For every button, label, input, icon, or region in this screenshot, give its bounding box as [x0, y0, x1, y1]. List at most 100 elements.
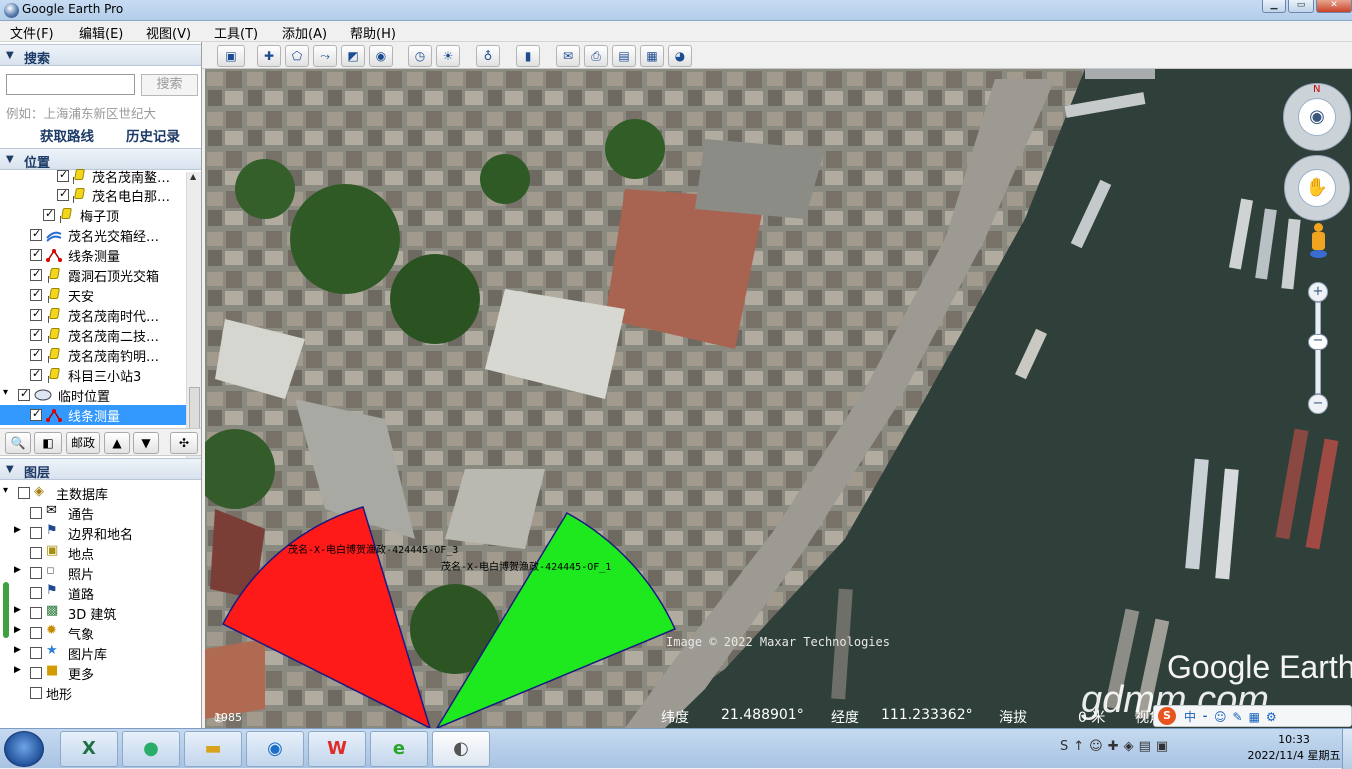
- close-button[interactable]: ✕: [1316, 0, 1352, 13]
- move-down-button[interactable]: ▼: [133, 432, 159, 454]
- list-item[interactable]: 茂名茂南钓明…: [0, 345, 186, 365]
- postal-button[interactable]: 邮政: [66, 432, 100, 454]
- wechat-icon[interactable]: ●: [122, 731, 180, 767]
- ruler-button[interactable]: ▮: [516, 45, 540, 67]
- add-overlay-button[interactable]: ◩: [341, 45, 365, 67]
- checkbox[interactable]: [30, 647, 42, 659]
- expand-triangle-icon[interactable]: ▶: [14, 645, 21, 655]
- map-view[interactable]: 茂名-X-电白博贺渔政-424445-OF_3 茂名-X-电白博贺渔政-4244…: [205, 69, 1352, 728]
- ime-controls-icon[interactable]: 中⁃☺✎▦⚙: [1184, 708, 1283, 725]
- sector-label-green[interactable]: 茂名-X-电白博贺渔政-424445-OF_1: [441, 558, 611, 573]
- menu-help[interactable]: 帮助(H): [350, 23, 396, 42]
- checkbox[interactable]: [30, 407, 42, 421]
- expand-triangle-icon[interactable]: ▶: [14, 625, 21, 635]
- checkbox[interactable]: [30, 507, 42, 519]
- planets-button[interactable]: ♁: [476, 45, 500, 67]
- google-earth-pro-icon[interactable]: ◐: [432, 731, 490, 767]
- start-button[interactable]: [4, 731, 44, 767]
- north-indicator-icon[interactable]: N: [1313, 84, 1320, 95]
- menu-tools[interactable]: 工具(T): [214, 23, 258, 42]
- list-item-selected[interactable]: 线条测量: [0, 405, 186, 425]
- checkbox[interactable]: [30, 687, 42, 699]
- historical-imagery-button[interactable]: ◷: [408, 45, 432, 67]
- ie-icon[interactable]: e: [370, 731, 428, 767]
- menu-edit[interactable]: 编辑(E): [79, 23, 123, 42]
- checkbox[interactable]: [57, 168, 69, 182]
- add-placemark-button[interactable]: ✚: [257, 45, 281, 67]
- menu-view[interactable]: 视图(V): [146, 23, 191, 42]
- save-image-button[interactable]: ▤: [612, 45, 636, 67]
- layer-item[interactable]: ✉ 通告: [0, 503, 200, 523]
- layer-item[interactable]: ▶ ■ 更多: [0, 663, 200, 683]
- sogou-ime-icon[interactable]: S: [1158, 707, 1176, 725]
- system-clock[interactable]: 10:33 2022/11/4 星期五: [1244, 732, 1344, 764]
- move-up-button[interactable]: ▲: [104, 432, 130, 454]
- list-item[interactable]: 霞洞石顶光交箱: [0, 265, 186, 285]
- list-item[interactable]: 科目三小站3: [0, 365, 186, 385]
- earth-gallery-button[interactable]: ◕: [668, 45, 692, 67]
- menu-add[interactable]: 添加(A): [282, 23, 327, 42]
- checkbox[interactable]: [30, 267, 42, 281]
- expand-triangle-icon[interactable]: ▶: [14, 565, 21, 575]
- checkbox[interactable]: [30, 547, 42, 559]
- zoom-thumb[interactable]: −: [1308, 334, 1328, 350]
- collapse-triangle-icon[interactable]: ▼: [6, 50, 14, 61]
- layer-item[interactable]: ⚑ 道路: [0, 583, 200, 603]
- sidebar-toggle-button[interactable]: ▣: [217, 45, 245, 67]
- move-joystick[interactable]: ✋: [1284, 155, 1350, 221]
- list-item[interactable]: 茂名茂南时代…: [0, 305, 186, 325]
- satellite-imagery[interactable]: [205, 69, 1352, 728]
- checkbox[interactable]: [30, 287, 42, 301]
- search-panel-header[interactable]: ▼ 搜索: [0, 44, 201, 67]
- list-item[interactable]: 梅子顶: [0, 205, 186, 225]
- layer-item[interactable]: ▶ ▩ 3D 建筑: [0, 603, 200, 623]
- list-item[interactable]: 天安: [0, 285, 186, 305]
- checkbox[interactable]: [30, 327, 42, 341]
- checkbox[interactable]: [18, 487, 30, 499]
- list-item[interactable]: 茂名光交箱经…: [0, 225, 186, 245]
- layer-item[interactable]: ▣ 地点: [0, 543, 200, 563]
- print-button[interactable]: ⎙: [584, 45, 608, 67]
- checkbox[interactable]: [30, 627, 42, 639]
- get-route-link[interactable]: 获取路线: [40, 125, 94, 145]
- layers-panel-header[interactable]: ▼ 图层: [0, 458, 201, 481]
- system-tray-icons[interactable]: S↑☺✚◈▤▣: [1060, 739, 1173, 754]
- sunlight-button[interactable]: ☀: [436, 45, 460, 67]
- eye-icon[interactable]: ◉: [1298, 98, 1336, 136]
- scroll-up-icon[interactable]: ▲: [190, 172, 196, 181]
- search-places-button[interactable]: 🔍: [5, 432, 31, 454]
- checkbox[interactable]: [30, 227, 42, 241]
- browser-icon[interactable]: ◉: [246, 731, 304, 767]
- layer-item[interactable]: ▶ ★ 图片库: [0, 643, 200, 663]
- expand-triangle-icon[interactable]: ▶: [14, 525, 21, 535]
- search-input[interactable]: [6, 74, 135, 95]
- view-in-maps-button[interactable]: ▦: [640, 45, 664, 67]
- temp-places-folder[interactable]: ▾ 临时位置: [0, 385, 186, 405]
- checkbox[interactable]: [30, 307, 42, 321]
- layer-item[interactable]: ▶ ▫ 照片: [0, 563, 200, 583]
- checkbox[interactable]: [30, 367, 42, 381]
- expand-triangle-icon[interactable]: ▾: [3, 485, 8, 496]
- collapse-triangle-icon[interactable]: ▼: [6, 464, 14, 475]
- layers-scroll-indicator[interactable]: [3, 582, 9, 638]
- list-item[interactable]: 茂名电白那…: [0, 185, 186, 205]
- list-item[interactable]: 线条测量: [0, 245, 186, 265]
- places-scrollbar[interactable]: ▲: [186, 172, 201, 465]
- checkbox[interactable]: [30, 247, 42, 261]
- zoom-slider[interactable]: + − −: [1306, 282, 1330, 414]
- menu-file[interactable]: 文件(F): [10, 23, 54, 42]
- expand-triangle-icon[interactable]: ▾: [3, 387, 8, 398]
- explorer-icon[interactable]: ▬: [184, 731, 242, 767]
- tour-button[interactable]: ✣: [170, 432, 198, 454]
- street-view-pegman-icon[interactable]: [1308, 223, 1328, 263]
- search-button[interactable]: 搜索: [141, 74, 198, 96]
- checkbox[interactable]: [30, 587, 42, 599]
- excel-icon[interactable]: X: [60, 731, 118, 767]
- zoom-out-button[interactable]: −: [1308, 394, 1328, 414]
- checkbox[interactable]: [30, 527, 42, 539]
- toggle-panel-button[interactable]: ◧: [34, 432, 62, 454]
- history-link[interactable]: 历史记录: [126, 125, 180, 145]
- layer-item[interactable]: 地形: [0, 683, 200, 703]
- minimize-button[interactable]: ▁: [1262, 0, 1286, 13]
- hand-icon[interactable]: ✋: [1298, 169, 1336, 207]
